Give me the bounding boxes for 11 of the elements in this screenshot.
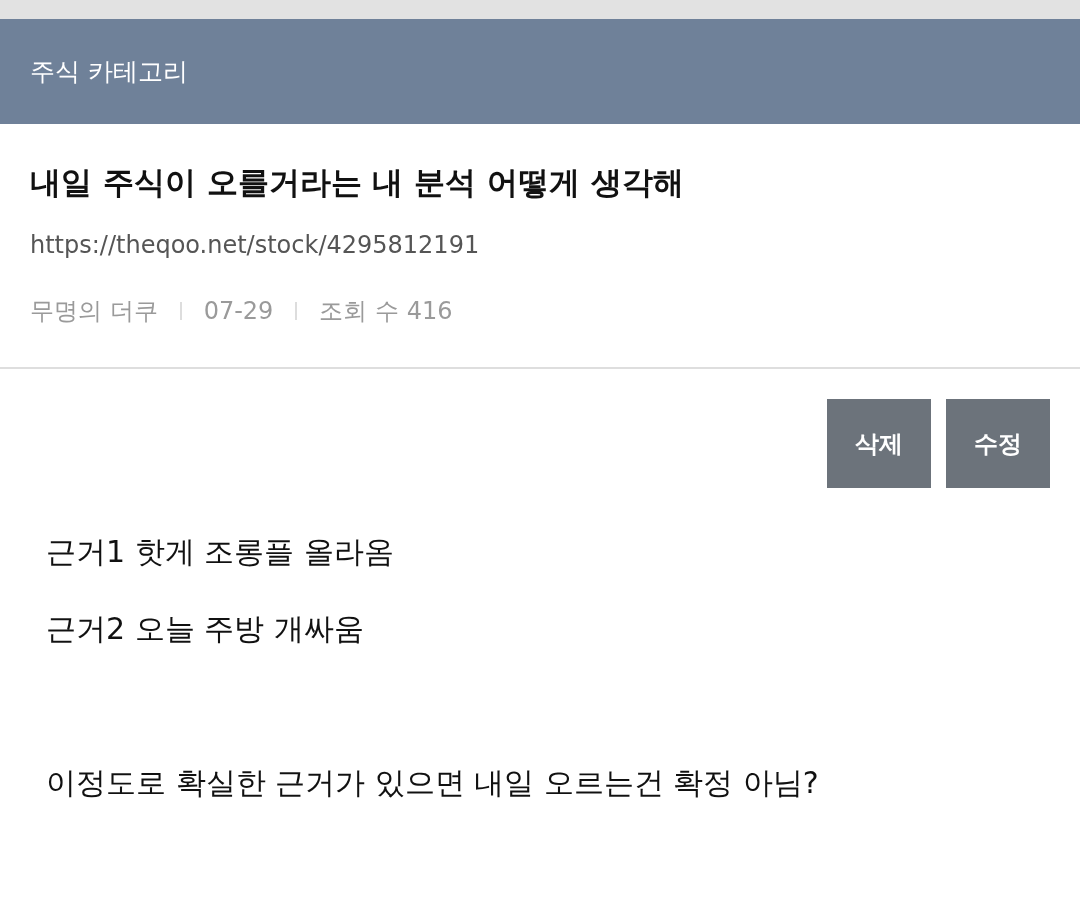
delete-button[interactable]: 삭제	[827, 399, 931, 488]
post-meta-text: 조회 수 416	[319, 296, 453, 327]
post-meta-text: 무명의 더쿠	[30, 296, 158, 327]
post-title: 내일 주식이 오를거라는 내 분석 어떻게 생각해	[30, 163, 684, 202]
post-body-line: 근거2 오늘 주방 개싸움	[46, 610, 364, 648]
edit-button[interactable]: 수정	[946, 399, 1050, 488]
post-url-link[interactable]: https://theqoo.net/stock/4295812191	[30, 229, 480, 261]
post-body-line: 이정도로 확실한 근거가 있으면 내일 오르는건 확정 아님?	[46, 764, 819, 802]
category-title: 주식 카테고리	[30, 55, 188, 88]
post-meta-text: 07-29	[203, 296, 274, 327]
post-body-line: 근거1 핫게 조롱플 올라옴	[46, 533, 394, 571]
